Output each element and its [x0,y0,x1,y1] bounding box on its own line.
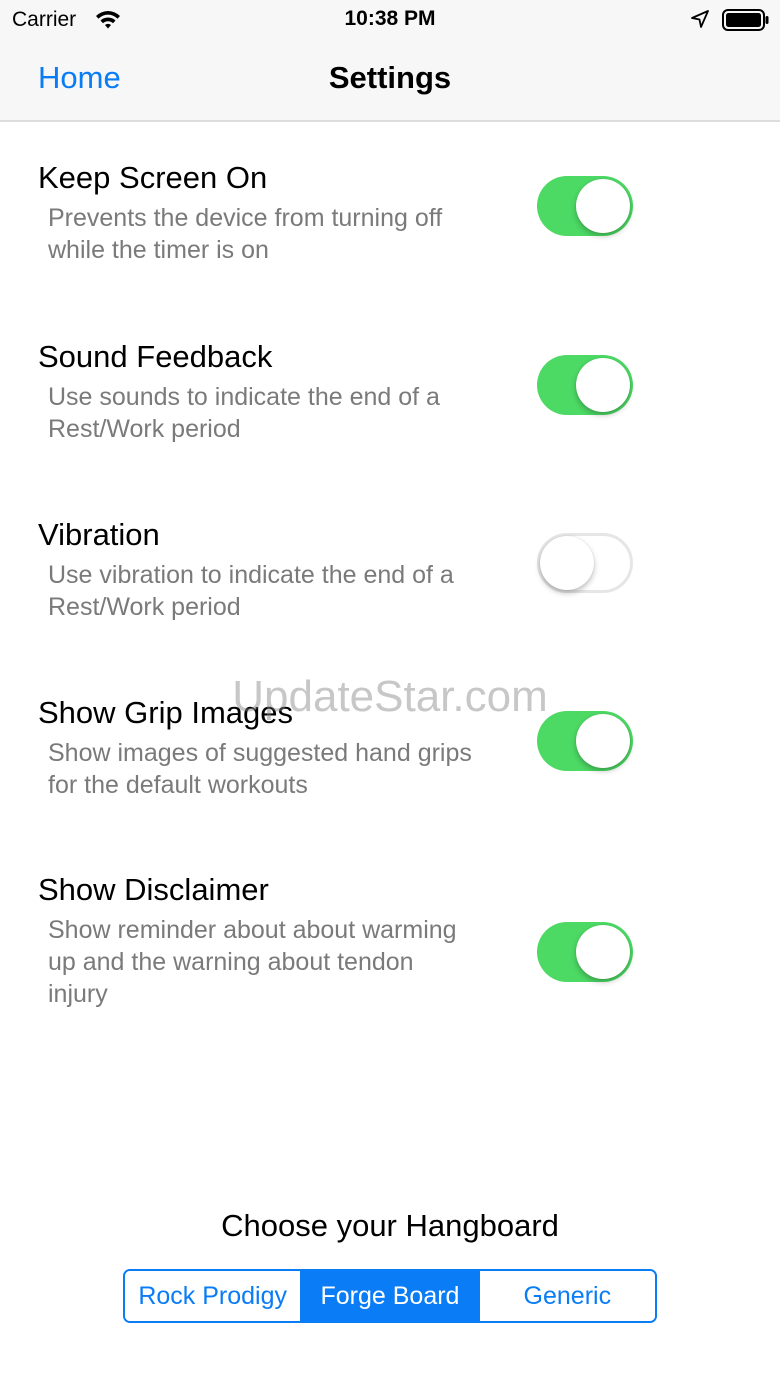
location-icon [690,9,710,29]
navigation-bar: Home Settings [0,40,780,122]
segment-forge-board[interactable]: Forge Board [302,1271,480,1321]
status-time: 10:38 PM [344,7,436,30]
setting-description: Show reminder about about warming up and… [48,916,457,1008]
show-grip-images-toggle[interactable] [537,711,633,771]
setting-description: Use sounds to indicate the end of a Rest… [48,383,440,443]
hangboard-label: Choose your Hangboard [221,1208,559,1243]
sound-feedback-toggle[interactable] [537,355,633,415]
segment-generic[interactable]: Generic [479,1271,655,1321]
setting-description: Prevents the device from turning off whi… [48,204,443,264]
segment-rock-prodigy[interactable]: Rock Prodigy [125,1271,303,1321]
toggle-knob [576,179,630,233]
setting-title: Show Grip Images [38,695,293,730]
setting-description: Show images of suggested hand grips for … [48,739,472,799]
setting-description: Use vibration to indicate the end of a R… [48,561,454,621]
setting-title: Vibration [38,517,160,552]
setting-sound-feedback: Sound Feedback Use sounds to indicate th… [0,339,780,499]
toggle-knob [576,358,630,412]
setting-show-disclaimer: Show Disclaimer Show reminder about abou… [0,872,780,1032]
keep-screen-on-toggle[interactable] [537,176,633,236]
vibration-toggle[interactable] [537,533,633,593]
show-disclaimer-toggle[interactable] [537,922,633,982]
setting-title: Keep Screen On [38,160,268,195]
setting-keep-screen-on: Keep Screen On Prevents the device from … [0,160,780,320]
home-back-button[interactable]: Home [38,60,121,96]
settings-screen: Carrier 10:38 PM Home Settings Keep Scre… [0,0,780,1387]
setting-vibration: Vibration Use vibration to indicate the … [0,517,780,677]
setting-title: Show Disclaimer [38,872,269,907]
setting-title: Sound Feedback [38,339,273,374]
battery-icon [722,9,770,31]
status-bar: Carrier 10:38 PM [0,0,780,40]
toggle-knob [576,925,630,979]
toggle-knob [576,714,630,768]
hangboard-segmented-control: Rock Prodigy Forge Board Generic [123,1269,657,1323]
setting-show-grip-images: Show Grip Images Show images of suggeste… [0,695,780,855]
toggle-knob [540,536,594,590]
